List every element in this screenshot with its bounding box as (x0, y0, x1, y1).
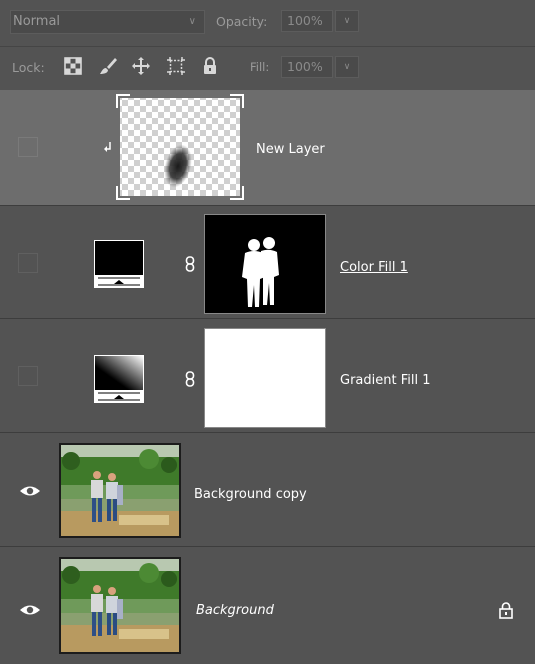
lock-icon[interactable] (200, 56, 220, 76)
blend-mode-value: Normal (13, 14, 61, 29)
layer-thumbnail[interactable] (116, 94, 244, 200)
layer-row-background-copy[interactable]: Background copy (0, 432, 535, 545)
opacity-input[interactable]: 100% (281, 10, 333, 32)
blend-mode-select[interactable]: Normal ∨ (10, 10, 205, 34)
color-fill-thumbnail[interactable] (94, 240, 144, 288)
photo-thumbnail[interactable] (59, 557, 181, 654)
layer-name[interactable]: Background copy (194, 487, 307, 502)
layer-name[interactable]: Gradient Fill 1 (340, 373, 431, 388)
visibility-toggle[interactable] (18, 366, 38, 386)
layer-name[interactable]: Color Fill 1 (340, 260, 408, 275)
chevron-down-icon: ∨ (343, 62, 351, 72)
fill-label: Fill: (250, 60, 270, 74)
clipping-arrow-icon (104, 138, 114, 157)
layer-row-new-layer[interactable]: New Layer (0, 90, 535, 205)
brush-icon[interactable] (98, 56, 118, 76)
layer-mask-thumbnail[interactable] (204, 328, 326, 428)
link-icon[interactable] (185, 256, 195, 276)
visibility-toggle[interactable] (18, 137, 38, 157)
layer-row-color-fill[interactable]: Color Fill 1 (0, 205, 535, 318)
layer-name[interactable]: Background (196, 603, 274, 618)
lock-transparent-pixels-icon[interactable] (63, 56, 83, 76)
opacity-dropdown[interactable]: ∨ (335, 10, 359, 32)
opacity-label: Opacity: (216, 14, 268, 29)
eye-icon[interactable] (18, 602, 42, 618)
lock-icon[interactable] (498, 601, 514, 623)
layer-row-background[interactable]: Background (0, 546, 535, 664)
layer-row-gradient-fill[interactable]: Gradient Fill 1 (0, 318, 535, 431)
layer-mask-thumbnail[interactable] (204, 214, 326, 314)
chevron-down-icon: ∨ (188, 16, 196, 27)
visibility-toggle[interactable] (18, 253, 38, 273)
link-icon[interactable] (185, 371, 195, 391)
lock-label: Lock: (12, 60, 45, 75)
photo-thumbnail[interactable] (59, 443, 181, 538)
gradient-fill-thumbnail[interactable] (94, 355, 144, 403)
fill-input[interactable]: 100% (281, 56, 333, 78)
layers-options-bar: Normal ∨ Opacity: 100% ∨ Lock: Fill: 100… (0, 0, 535, 90)
layer-name[interactable]: New Layer (256, 142, 325, 157)
move-icon[interactable] (131, 56, 151, 76)
fill-dropdown[interactable]: ∨ (335, 56, 359, 78)
chevron-down-icon: ∨ (343, 16, 351, 26)
eye-icon[interactable] (18, 483, 42, 499)
divider (0, 46, 535, 47)
artboard-icon[interactable] (166, 56, 186, 76)
